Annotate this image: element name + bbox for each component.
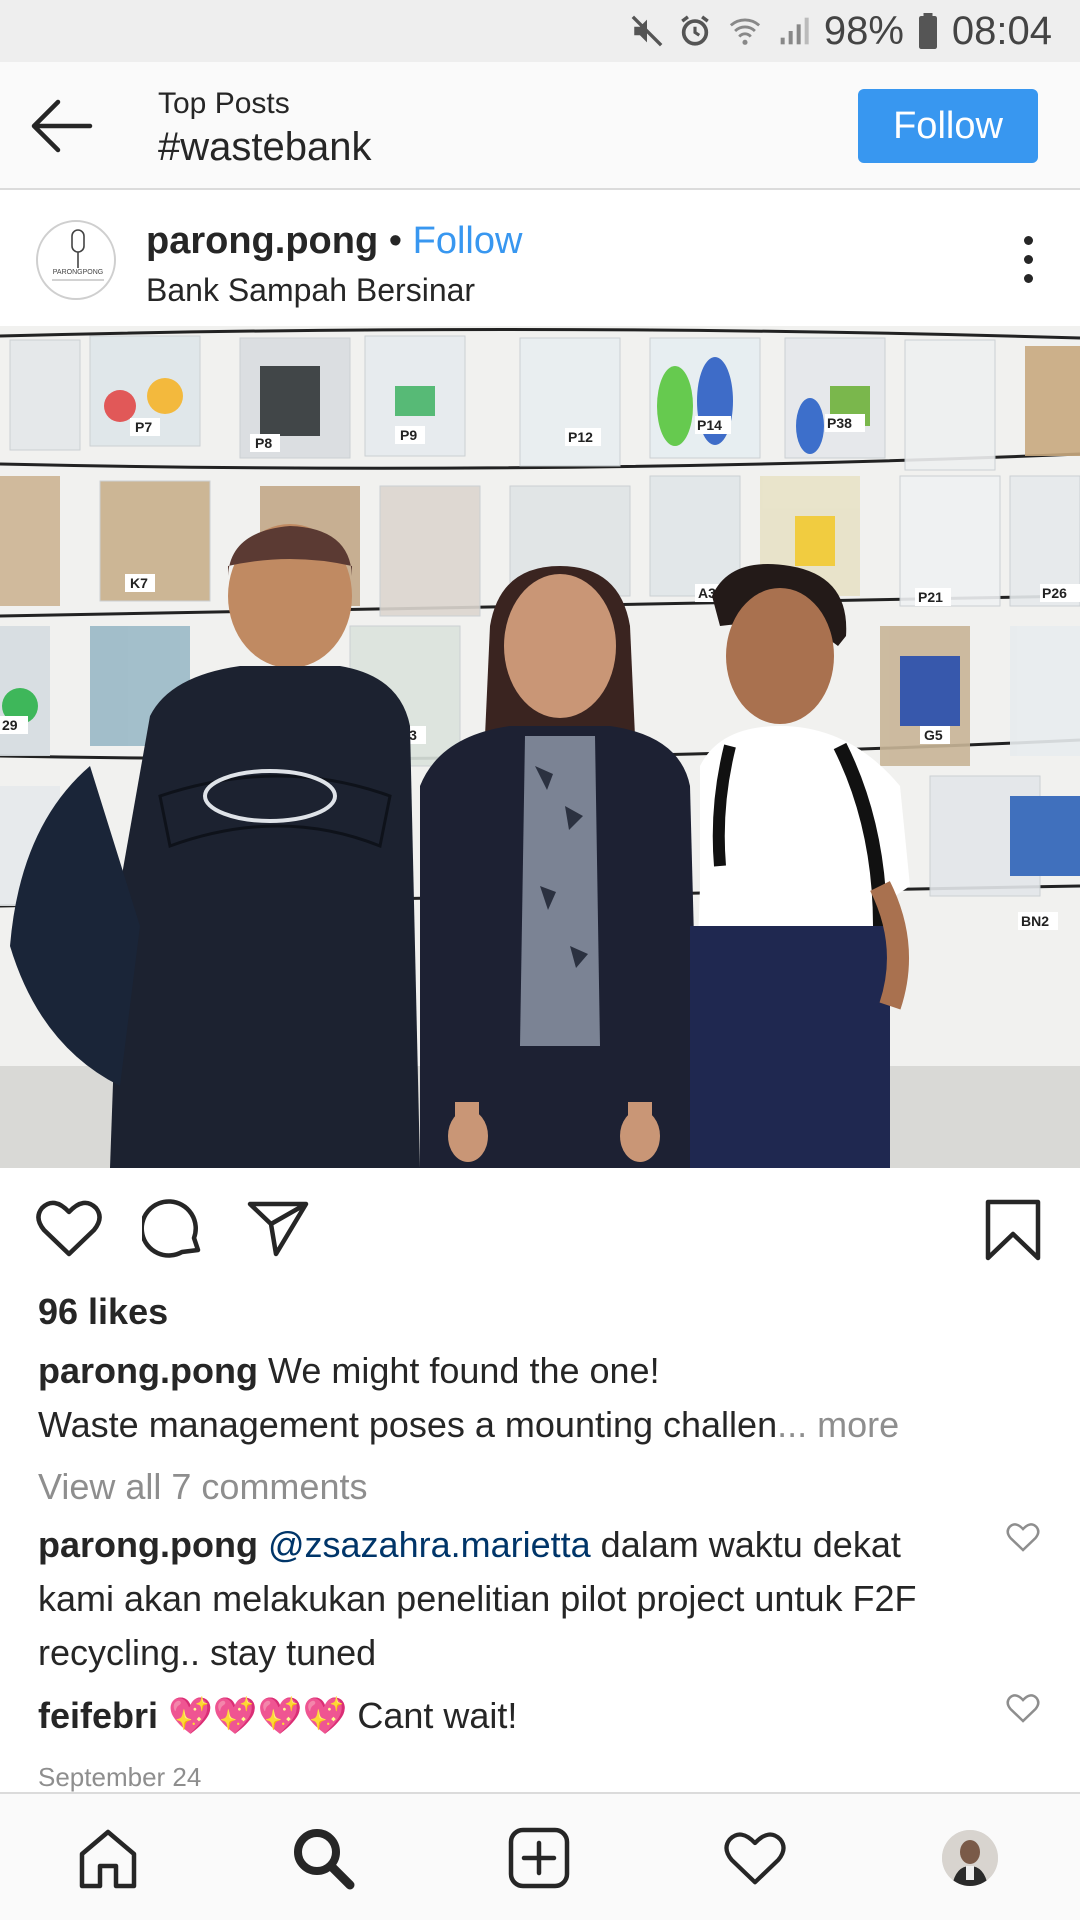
photo-label-6: P38 <box>827 415 852 431</box>
comment-emoji: 💖💖💖💖 <box>168 1695 348 1736</box>
avatar-logo-text: PARONGPONG <box>53 269 103 276</box>
more-options-button[interactable] <box>1018 236 1038 286</box>
more-dot <box>1023 255 1033 264</box>
comment-username[interactable]: parong.pong <box>38 1524 258 1565</box>
nav-profile[interactable] <box>934 1822 1006 1894</box>
caption-line-1: We might found the one! <box>267 1350 660 1391</box>
heart-icon <box>724 1832 786 1885</box>
profile-avatar <box>942 1830 998 1886</box>
comment-icon <box>139 1199 201 1258</box>
post-avatar[interactable]: PARONGPONG <box>36 220 116 300</box>
more-dot <box>1023 274 1033 283</box>
hashtag-title: #wastebank <box>158 125 372 169</box>
signal-icon <box>780 17 809 45</box>
back-arrow-icon <box>31 99 93 153</box>
post-username[interactable]: parong.pong <box>146 220 378 262</box>
photo-label-2: P8 <box>255 435 272 451</box>
caption-line-2: Waste management poses a mounting challe… <box>38 1404 778 1445</box>
battery-percent: 98% <box>823 8 904 53</box>
photo-label-10: P26 <box>1042 585 1067 601</box>
alarm-icon <box>681 15 709 46</box>
photo-label-4: P12 <box>568 429 593 445</box>
photo-label-3: P9 <box>400 427 417 443</box>
heart-icon <box>1006 1694 1040 1723</box>
more-dot <box>1023 236 1033 245</box>
photo-label-5: P14 <box>697 417 722 433</box>
post-location[interactable]: Bank Sampah Bersinar <box>146 270 475 310</box>
heart-icon <box>1006 1523 1040 1552</box>
header-titles: Top Posts #wastebank <box>158 86 371 172</box>
comment-like-button[interactable] <box>1006 1693 1040 1728</box>
bookmark-icon <box>985 1199 1041 1261</box>
post-header: PARONGPONG parong.pong • Follow Bank Sam… <box>0 192 1080 326</box>
nav-home[interactable] <box>72 1822 144 1894</box>
heart-icon <box>36 1200 102 1257</box>
back-button[interactable] <box>30 98 94 154</box>
caption: parong.pong We might found the one! Wast… <box>38 1344 1048 1452</box>
comment-item: parong.pong @zsazahra.marietta dalam wak… <box>38 1518 978 1680</box>
photo-label-7: K7 <box>130 575 148 591</box>
post-image: P7 P8 P9 P12 P14 P38 K7 A3 P21 P26 29 P3… <box>0 326 1080 1168</box>
photo-label-11: 29 <box>2 717 18 733</box>
photo-label-14: BN2 <box>1021 913 1049 929</box>
search-icon <box>294 1829 355 1890</box>
post-photo[interactable]: P7 P8 P9 P12 P14 P38 K7 A3 P21 P26 29 P3… <box>0 326 1080 1168</box>
nav-search[interactable] <box>287 1822 359 1894</box>
nav-new-post[interactable] <box>503 1822 575 1894</box>
photo-label-13: G5 <box>924 727 943 743</box>
likes-count[interactable]: 96 likes <box>38 1284 168 1340</box>
comment-like-button[interactable] <box>1006 1522 1040 1557</box>
bottom-nav <box>0 1792 1080 1920</box>
share-button[interactable] <box>246 1198 310 1263</box>
parongpong-logo-icon: PARONGPONG <box>52 229 104 281</box>
post-actions <box>0 1168 1080 1292</box>
post-follow-link[interactable]: Follow <box>413 220 523 262</box>
home-icon <box>79 1829 137 1889</box>
comment-text: Cant wait! <box>357 1695 518 1736</box>
status-bar: 98% 08:04 <box>0 0 1080 62</box>
follow-hashtag-button[interactable]: Follow <box>858 89 1038 163</box>
header-subtitle: Top Posts <box>158 87 290 120</box>
separator-dot: • <box>388 220 403 262</box>
battery-icon <box>918 13 937 49</box>
comment-button[interactable] <box>139 1198 204 1265</box>
post-user-line: parong.pong • Follow <box>146 216 522 266</box>
save-button[interactable] <box>984 1198 1042 1267</box>
send-icon <box>247 1201 309 1257</box>
add-icon <box>508 1827 570 1889</box>
caption-username[interactable]: parong.pong <box>38 1350 258 1391</box>
photo-label-9: P21 <box>918 589 943 605</box>
caption-more-link[interactable]: ... more <box>777 1404 899 1445</box>
comment-username[interactable]: feifebri <box>38 1695 158 1736</box>
clock: 08:04 <box>951 8 1052 53</box>
like-button[interactable] <box>36 1198 102 1263</box>
photo-label-1: P7 <box>135 419 152 435</box>
comment-item: feifebri 💖💖💖💖 Cant wait! <box>38 1689 978 1743</box>
wifi-icon <box>729 18 760 45</box>
view-all-comments-link[interactable]: View all 7 comments <box>38 1460 367 1514</box>
comment-mention[interactable]: @zsazahra.marietta <box>268 1524 591 1565</box>
top-bar: Top Posts #wastebank Follow <box>0 62 1080 190</box>
mute-icon <box>631 15 663 47</box>
nav-activity[interactable] <box>719 1822 791 1894</box>
post-date: September 24 <box>38 1762 202 1792</box>
